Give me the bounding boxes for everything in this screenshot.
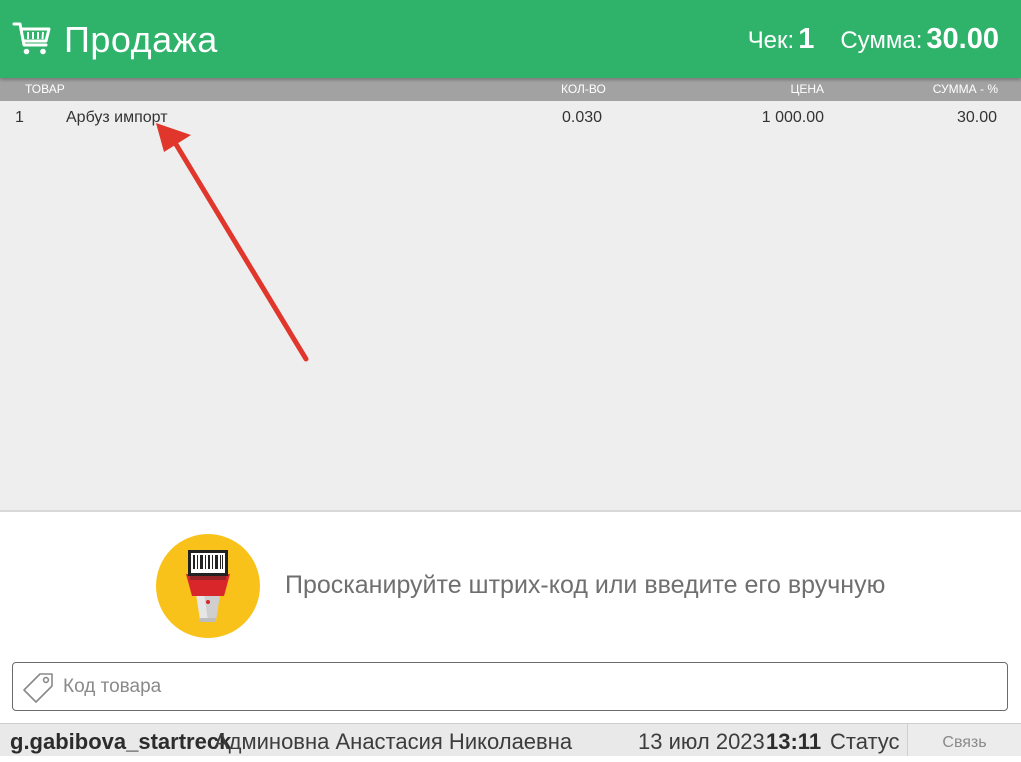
cart-icon [12,22,51,55]
sum-label: Сумма: [840,27,923,54]
status-bar: g.gabibova_startreck Админовна Анастасия… [0,723,1021,756]
app-header: Продажа Чек: 1 Сумма: 30.00 [0,0,1021,78]
table-header: ТОВАР КОЛ-ВО ЦЕНА СУММА - % [0,78,1021,101]
column-header-sum: СУММА - % [932,82,998,96]
row-sum: 30.00 [956,109,997,126]
current-time: 13:11 [766,729,822,754]
current-date: 13 июл 2023 [638,729,765,754]
row-item-name: Арбуз импорт [66,109,168,126]
receipt-number: 1 [798,23,815,55]
row-price: 1 000.00 [761,109,824,126]
scan-hint-text: Просканируйте штрих-код или введите его … [285,571,886,599]
sum-value: 30.00 [926,23,999,55]
user-login: g.gabibova_startreck [10,729,232,754]
connection-button[interactable]: Связь [907,724,1021,756]
page-title: Продажа [64,19,218,60]
row-qty: 0.030 [562,109,603,126]
annotation-arrow-icon [156,123,309,362]
barcode-scanner-icon [156,534,260,638]
receipt-label: Чек: [747,27,795,54]
tag-icon [23,673,53,703]
column-header-price: ЦЕНА [790,82,824,96]
row-number: 1 [15,109,24,126]
table-row[interactable]: 1 Арбуз импорт 0.030 1 000.00 30.00 [0,101,1021,135]
column-header-qty: КОЛ-ВО [561,82,606,96]
receipt-totals: Чек: 1 Сумма: 30.00 [748,20,999,60]
user-full-name: Админовна Анастасия Николаевна [214,729,573,754]
product-code-input[interactable] [63,671,993,703]
product-code-field[interactable] [12,662,1008,711]
receipt-items-table: 1 Арбуз импорт 0.030 1 000.00 30.00 [0,101,1021,512]
column-header-item: ТОВАР [25,82,65,96]
status-label: Статус [830,729,900,754]
